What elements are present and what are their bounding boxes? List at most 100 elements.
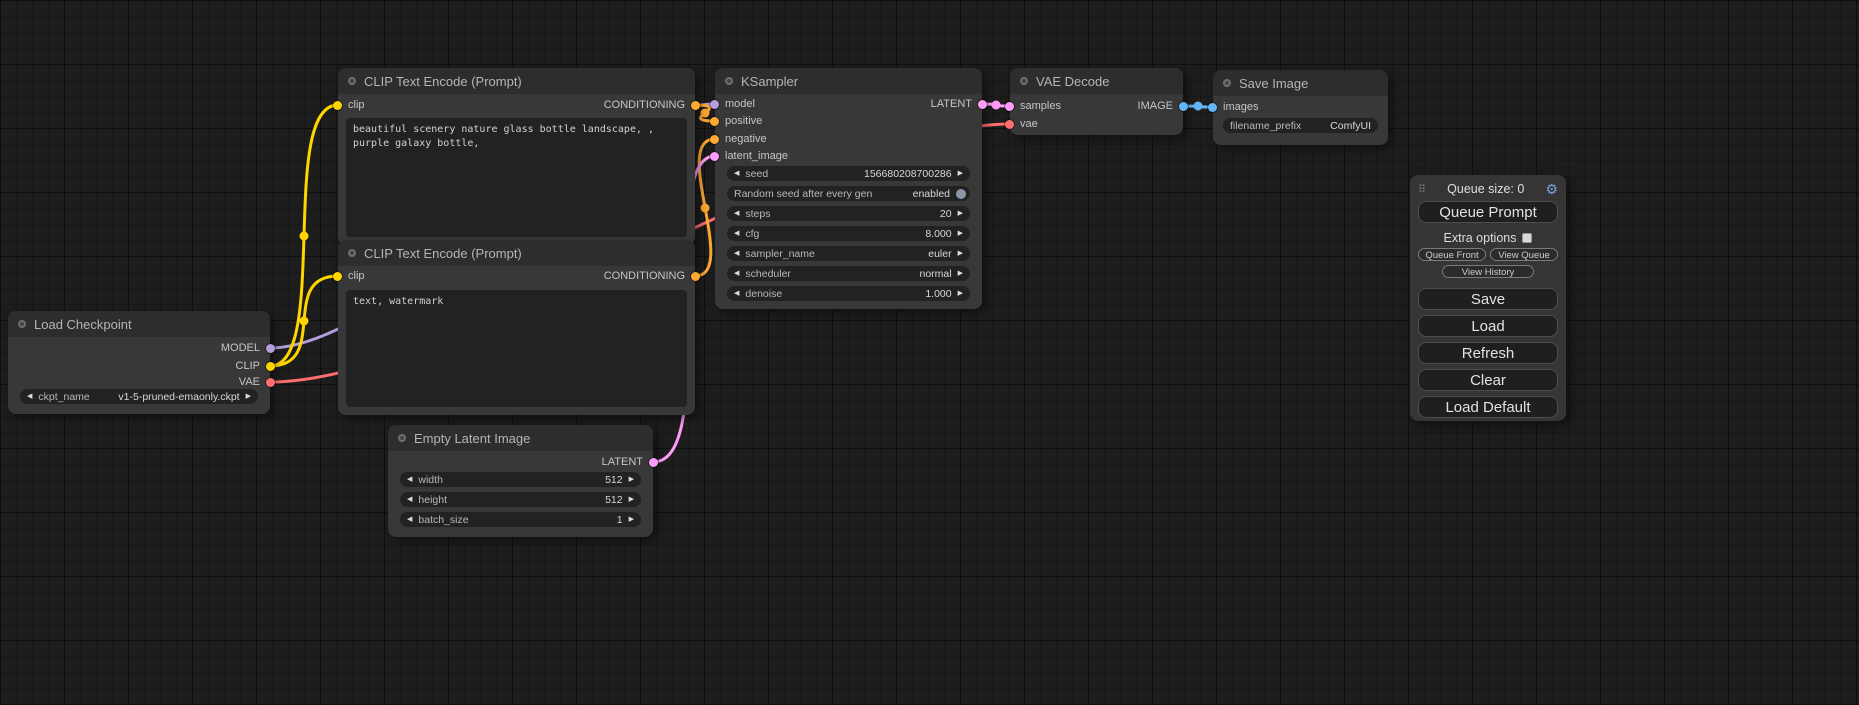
output-slot-model[interactable]: MODEL	[221, 340, 275, 356]
input-slot-positive[interactable]: positive	[710, 113, 762, 129]
model-slot-dot[interactable]	[710, 100, 719, 109]
node-title-bar[interactable]: Empty Latent Image	[388, 425, 653, 451]
extra-options-checkbox[interactable]	[1522, 233, 1532, 243]
link-midpoint-dot[interactable]	[992, 101, 1001, 110]
toggle-knob[interactable]	[956, 189, 966, 199]
output-slot-latent[interactable]: LATENT	[931, 96, 987, 112]
image-slot-dot[interactable]	[1179, 102, 1188, 111]
decrement-arrow-icon[interactable]: ◀	[734, 230, 739, 237]
input-slot-images[interactable]: images	[1208, 99, 1258, 115]
increment-arrow-icon[interactable]: ▶	[629, 496, 634, 503]
node-title-bar[interactable]: VAE Decode	[1010, 68, 1183, 94]
ckpt-name-widget[interactable]: ◀ ckpt_name v1-5-pruned-emaonly.ckpt ▶	[20, 389, 258, 404]
latent-slot-dot[interactable]	[710, 152, 719, 161]
conditioning-slot-dot[interactable]	[710, 117, 719, 126]
negative-prompt-textarea[interactable]: text, watermark	[346, 290, 687, 407]
decrement-arrow-icon[interactable]: ◀	[734, 170, 739, 177]
view-history-button[interactable]: View History	[1442, 265, 1534, 278]
input-slot-latent-image[interactable]: latent_image	[710, 148, 788, 164]
node-title-bar[interactable]: Load Checkpoint	[8, 311, 270, 337]
decrement-arrow-icon[interactable]: ◀	[734, 270, 739, 277]
output-slot-latent[interactable]: LATENT	[602, 454, 658, 470]
queue-front-button[interactable]: Queue Front	[1418, 248, 1486, 261]
load-checkpoint-node[interactable]: Load Checkpoint MODEL CLIP VAE ◀ ckpt_na…	[8, 311, 270, 414]
model-slot-dot[interactable]	[266, 344, 275, 353]
node-title-bar[interactable]: Save Image	[1213, 70, 1388, 96]
height-widget[interactable]: ◀ height 512 ▶	[400, 492, 641, 507]
collapse-dot-icon[interactable]	[18, 320, 26, 328]
link-midpoint-dot[interactable]	[300, 232, 309, 241]
vae-slot-dot[interactable]	[266, 378, 275, 387]
vae-decode-node[interactable]: VAE Decode samples vae IMAGE	[1010, 68, 1183, 135]
clip-text-encode-negative-node[interactable]: CLIP Text Encode (Prompt) clip CONDITION…	[338, 240, 695, 415]
positive-prompt-textarea[interactable]: beautiful scenery nature glass bottle la…	[346, 118, 687, 237]
output-slot-image[interactable]: IMAGE	[1138, 98, 1188, 114]
increment-arrow-icon[interactable]: ▶	[958, 210, 963, 217]
collapse-dot-icon[interactable]	[348, 77, 356, 85]
cfg-widget[interactable]: ◀ cfg 8.000 ▶	[727, 226, 970, 241]
decrement-arrow-icon[interactable]: ◀	[407, 476, 412, 483]
increment-arrow-icon[interactable]: ▶	[958, 290, 963, 297]
conditioning-slot-dot[interactable]	[691, 272, 700, 281]
load-button[interactable]: Load	[1418, 315, 1558, 337]
latent-slot-dot[interactable]	[649, 458, 658, 467]
output-slot-conditioning[interactable]: CONDITIONING	[604, 268, 700, 284]
increment-arrow-icon[interactable]: ▶	[958, 270, 963, 277]
link-midpoint-dot[interactable]	[1194, 102, 1203, 111]
output-slot-vae[interactable]: VAE	[239, 374, 275, 390]
queue-prompt-button[interactable]: Queue Prompt	[1418, 201, 1558, 223]
seed-widget[interactable]: ◀ seed 156680208700286 ▶	[727, 166, 970, 181]
refresh-button[interactable]: Refresh	[1418, 342, 1558, 364]
clip-text-encode-positive-node[interactable]: CLIP Text Encode (Prompt) clip CONDITION…	[338, 68, 695, 245]
clip-slot-dot[interactable]	[333, 101, 342, 110]
empty-latent-image-node[interactable]: Empty Latent Image LATENT ◀ width 512 ▶ …	[388, 425, 653, 537]
filename-prefix-widget[interactable]: filename_prefix ComfyUI	[1223, 118, 1378, 133]
decrement-arrow-icon[interactable]: ◀	[734, 210, 739, 217]
drag-handle-icon[interactable]: ⠿	[1418, 183, 1426, 196]
clip-slot-dot[interactable]	[333, 272, 342, 281]
increment-arrow-icon[interactable]: ▶	[958, 250, 963, 257]
view-queue-button[interactable]: View Queue	[1490, 248, 1558, 261]
collapse-dot-icon[interactable]	[348, 249, 356, 257]
sampler-name-widget[interactable]: ◀ sampler_name euler ▶	[727, 246, 970, 261]
conditioning-slot-dot[interactable]	[710, 135, 719, 144]
collapse-dot-icon[interactable]	[725, 77, 733, 85]
scheduler-widget[interactable]: ◀ scheduler normal ▶	[727, 266, 970, 281]
input-slot-samples[interactable]: samples	[1005, 98, 1061, 114]
clip-slot-dot[interactable]	[266, 362, 275, 371]
ksampler-node[interactable]: KSampler model positive negative latent_…	[715, 68, 982, 309]
vae-slot-dot[interactable]	[1005, 120, 1014, 129]
link-midpoint-dot[interactable]	[701, 109, 710, 118]
decrement-arrow-icon[interactable]: ◀	[407, 516, 412, 523]
decrement-arrow-icon[interactable]: ◀	[407, 496, 412, 503]
image-slot-dot[interactable]	[1208, 103, 1217, 112]
settings-gear-icon[interactable]: ⚙	[1545, 182, 1558, 196]
increment-arrow-icon[interactable]: ▶	[246, 393, 251, 400]
increment-arrow-icon[interactable]: ▶	[958, 230, 963, 237]
save-image-node[interactable]: Save Image images filename_prefix ComfyU…	[1213, 70, 1388, 145]
output-slot-clip[interactable]: CLIP	[236, 358, 275, 374]
link-midpoint-dot[interactable]	[701, 204, 710, 213]
width-widget[interactable]: ◀ width 512 ▶	[400, 472, 641, 487]
decrement-arrow-icon[interactable]: ◀	[734, 250, 739, 257]
collapse-dot-icon[interactable]	[1020, 77, 1028, 85]
decrement-arrow-icon[interactable]: ◀	[27, 393, 32, 400]
collapse-dot-icon[interactable]	[1223, 79, 1231, 87]
save-button[interactable]: Save	[1418, 288, 1558, 310]
link-midpoint-dot[interactable]	[300, 317, 309, 326]
collapse-dot-icon[interactable]	[398, 434, 406, 442]
denoise-widget[interactable]: ◀ denoise 1.000 ▶	[727, 286, 970, 301]
conditioning-slot-dot[interactable]	[691, 101, 700, 110]
input-slot-vae[interactable]: vae	[1005, 116, 1038, 132]
increment-arrow-icon[interactable]: ▶	[958, 170, 963, 177]
clear-button[interactable]: Clear	[1418, 369, 1558, 391]
decrement-arrow-icon[interactable]: ◀	[734, 290, 739, 297]
output-slot-conditioning[interactable]: CONDITIONING	[604, 97, 700, 113]
batch-size-widget[interactable]: ◀ batch_size 1 ▶	[400, 512, 641, 527]
load-default-button[interactable]: Load Default	[1418, 396, 1558, 418]
node-title-bar[interactable]: KSampler	[715, 68, 982, 94]
input-slot-model[interactable]: model	[710, 96, 755, 112]
node-title-bar[interactable]: CLIP Text Encode (Prompt)	[338, 68, 695, 94]
input-slot-negative[interactable]: negative	[710, 131, 767, 147]
increment-arrow-icon[interactable]: ▶	[629, 516, 634, 523]
